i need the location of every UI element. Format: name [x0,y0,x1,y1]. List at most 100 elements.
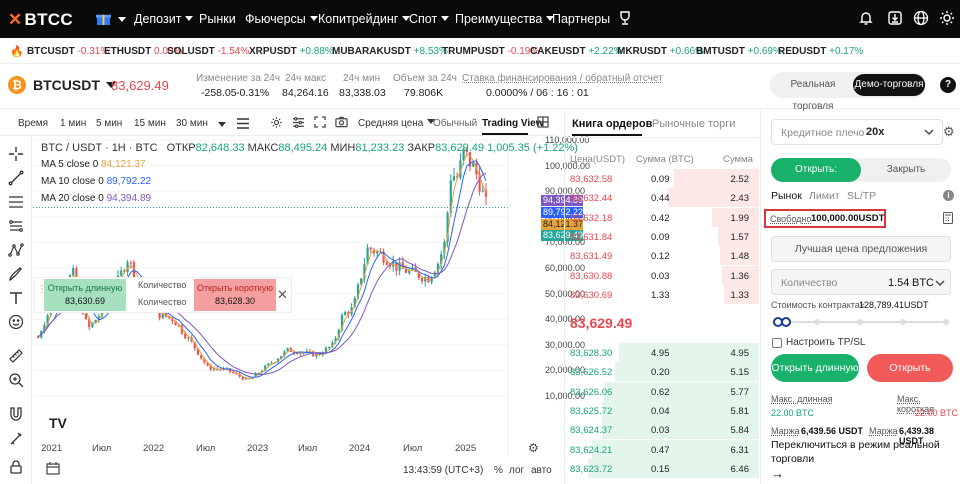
symbol-selector[interactable]: BTCUSDT [33,77,116,93]
tab-market-trades[interactable]: Рыночные торги [652,118,735,130]
chevron-down-icon [218,122,226,127]
fullscreen-icon[interactable] [314,116,326,131]
info-icon[interactable]: i [943,190,954,201]
funding-value: 0.0000% / 06 : 16 : 01 [486,87,589,99]
calculator-icon[interactable] [942,211,954,227]
percent-scale-toggle[interactable]: % [494,465,503,476]
free-balance-value: 100,000.00USDT [811,213,885,224]
interval-3[interactable]: 15 мин [134,118,166,129]
ticker-item[interactable]: BMTUSDT +0.69% [696,46,782,57]
chevron-down-icon [309,16,318,21]
gift-icon[interactable] [96,11,113,28]
open-long-button[interactable]: Открыть длинную [771,354,859,382]
lock-icon[interactable] [8,459,24,475]
best-price-field[interactable]: Лучшая цена предложения [771,236,951,262]
nav-item-1[interactable]: Рынки [199,12,236,26]
order-type-sltp[interactable]: SL/TP [847,190,876,202]
text-icon[interactable] [8,290,24,306]
adjust-icon[interactable] [292,116,305,132]
quick-long-button[interactable]: Открыть длинную 83,630.69 [44,279,126,311]
help-icon[interactable]: ? [940,77,956,93]
magnet-icon[interactable] [8,406,24,422]
indicators-menu-icon[interactable] [237,118,249,132]
calendar-range-icon[interactable] [46,462,60,478]
close-tab[interactable]: Закрыть [861,158,951,182]
lock-drawing-icon[interactable] [8,430,24,446]
pattern-icon[interactable] [8,242,24,258]
zoom-in-icon[interactable] [8,372,24,388]
quick-qty-label-1: Количество [138,280,187,290]
price-type-select[interactable]: Средняя цена [358,118,436,129]
panel-settings-icon[interactable]: ⚙ [943,124,955,140]
emoji-icon[interactable] [8,314,24,330]
change-label: Изменение за 24ч [196,73,280,84]
candle-body [84,313,88,319]
margin-long-value: 6,439.56 USDT [801,426,864,436]
ticker-item[interactable]: MKRUSDT +0.66% [617,46,704,57]
quick-short-button[interactable]: Открыть короткую 83,628.30 [194,279,276,311]
contract-value: 128,789.41USDT [859,300,929,310]
quantity-input[interactable]: Количество 1.54 BTC [771,269,951,295]
trendline-icon[interactable] [8,170,24,186]
candle-body [184,333,187,339]
order-book-row[interactable]: 83,623.72 0.15 6.46 [565,458,759,480]
btcc-logo[interactable]: ✕ BTCC [8,10,73,30]
nav-item-5[interactable]: Преимущества [455,12,555,26]
view-tradingview-tab[interactable]: Trading View [482,118,544,129]
view-normal-tab[interactable]: Обычный [433,118,477,129]
order-book-row[interactable]: 83,630.69 1.33 1.33 [565,284,759,306]
nav-item-3[interactable]: Копитрейдинг [318,12,411,26]
globe-icon[interactable] [913,10,930,27]
open-tab[interactable]: Открыть: [771,158,861,182]
screenshot-icon[interactable] [335,116,348,131]
ticker-item[interactable]: MUBARAKUSDT +8.53% [332,46,448,57]
channel-icon[interactable] [8,218,24,234]
ticker-item[interactable]: SOLUSDT -1.54% [167,46,249,57]
interval-0[interactable]: Время [18,118,48,129]
candle-body [286,347,289,352]
real-trading-button[interactable]: Реальная торговля [773,74,853,112]
quantity-slider[interactable] [773,316,949,328]
ticker-item[interactable]: BTCUSDT -0.31% [27,46,109,57]
interval-4[interactable]: 30 мин [176,118,208,129]
funding-label[interactable]: Ставка финансирования / обратный отсчет [462,73,663,84]
ruler-icon[interactable] [8,348,24,364]
order-type-market[interactable]: Рынок [771,190,802,202]
interval-1[interactable]: 1 мин [60,118,86,129]
brush-icon[interactable] [8,266,24,282]
chart-settings-gear-icon[interactable]: ⚙ [528,441,539,455]
download-icon[interactable] [887,10,904,27]
crosshair-icon[interactable] [8,146,24,162]
ticker-item[interactable]: XRPUSDT +0.88% [249,46,334,57]
log-scale-toggle[interactable]: лог [509,465,524,476]
nav-item-4[interactable]: Спот [409,12,450,26]
nav-item-0[interactable]: Депозит [134,12,194,26]
candle-body [328,346,331,348]
settings-icon[interactable] [270,116,283,132]
bell-icon[interactable] [858,10,875,27]
leverage-select[interactable]: Кредитное плечо 20x [771,119,943,145]
open-short-button[interactable]: Открыть короткую [867,354,953,402]
tpsl-checkbox[interactable] [772,338,782,348]
tab-order-book[interactable]: Книга ордеров [572,118,652,130]
layout-grid-icon[interactable] [537,116,549,131]
nav-item-2[interactable]: Фьючерсы [245,12,318,26]
ticker-item[interactable]: CAKEUSDT +2.22% [530,46,623,57]
x-tick-label: Июл [196,443,216,454]
candle-body [452,176,456,181]
interval-2[interactable]: 5 мин [96,118,122,129]
trophy-icon[interactable] [617,10,634,27]
switch-real-mode-text[interactable]: Переключиться в режим реальной торговли [771,438,951,466]
nav-item-6[interactable]: Партнеры [552,12,610,26]
arrow-right-icon[interactable]: → [771,466,784,481]
ticker-item[interactable]: REDUSDT +0.17% [778,46,863,57]
theme-toggle-icon[interactable] [939,10,956,27]
quick-trade-close-icon[interactable]: ✕ [277,287,288,303]
demo-trading-button[interactable]: Демо-торговля [853,74,925,96]
quick-qty-label-2: Количество [138,297,187,307]
ticker-item[interactable]: TRUMPUSDT -0.19% [442,46,539,57]
horizontal-lines-icon[interactable] [8,194,24,210]
order-type-limit[interactable]: Лимит [809,190,840,202]
price-chart[interactable]: BTC / USDT · 1H · BTC ОТКР82,648.33 МАКС… [33,135,590,455]
auto-scale-toggle[interactable]: авто [531,465,552,476]
